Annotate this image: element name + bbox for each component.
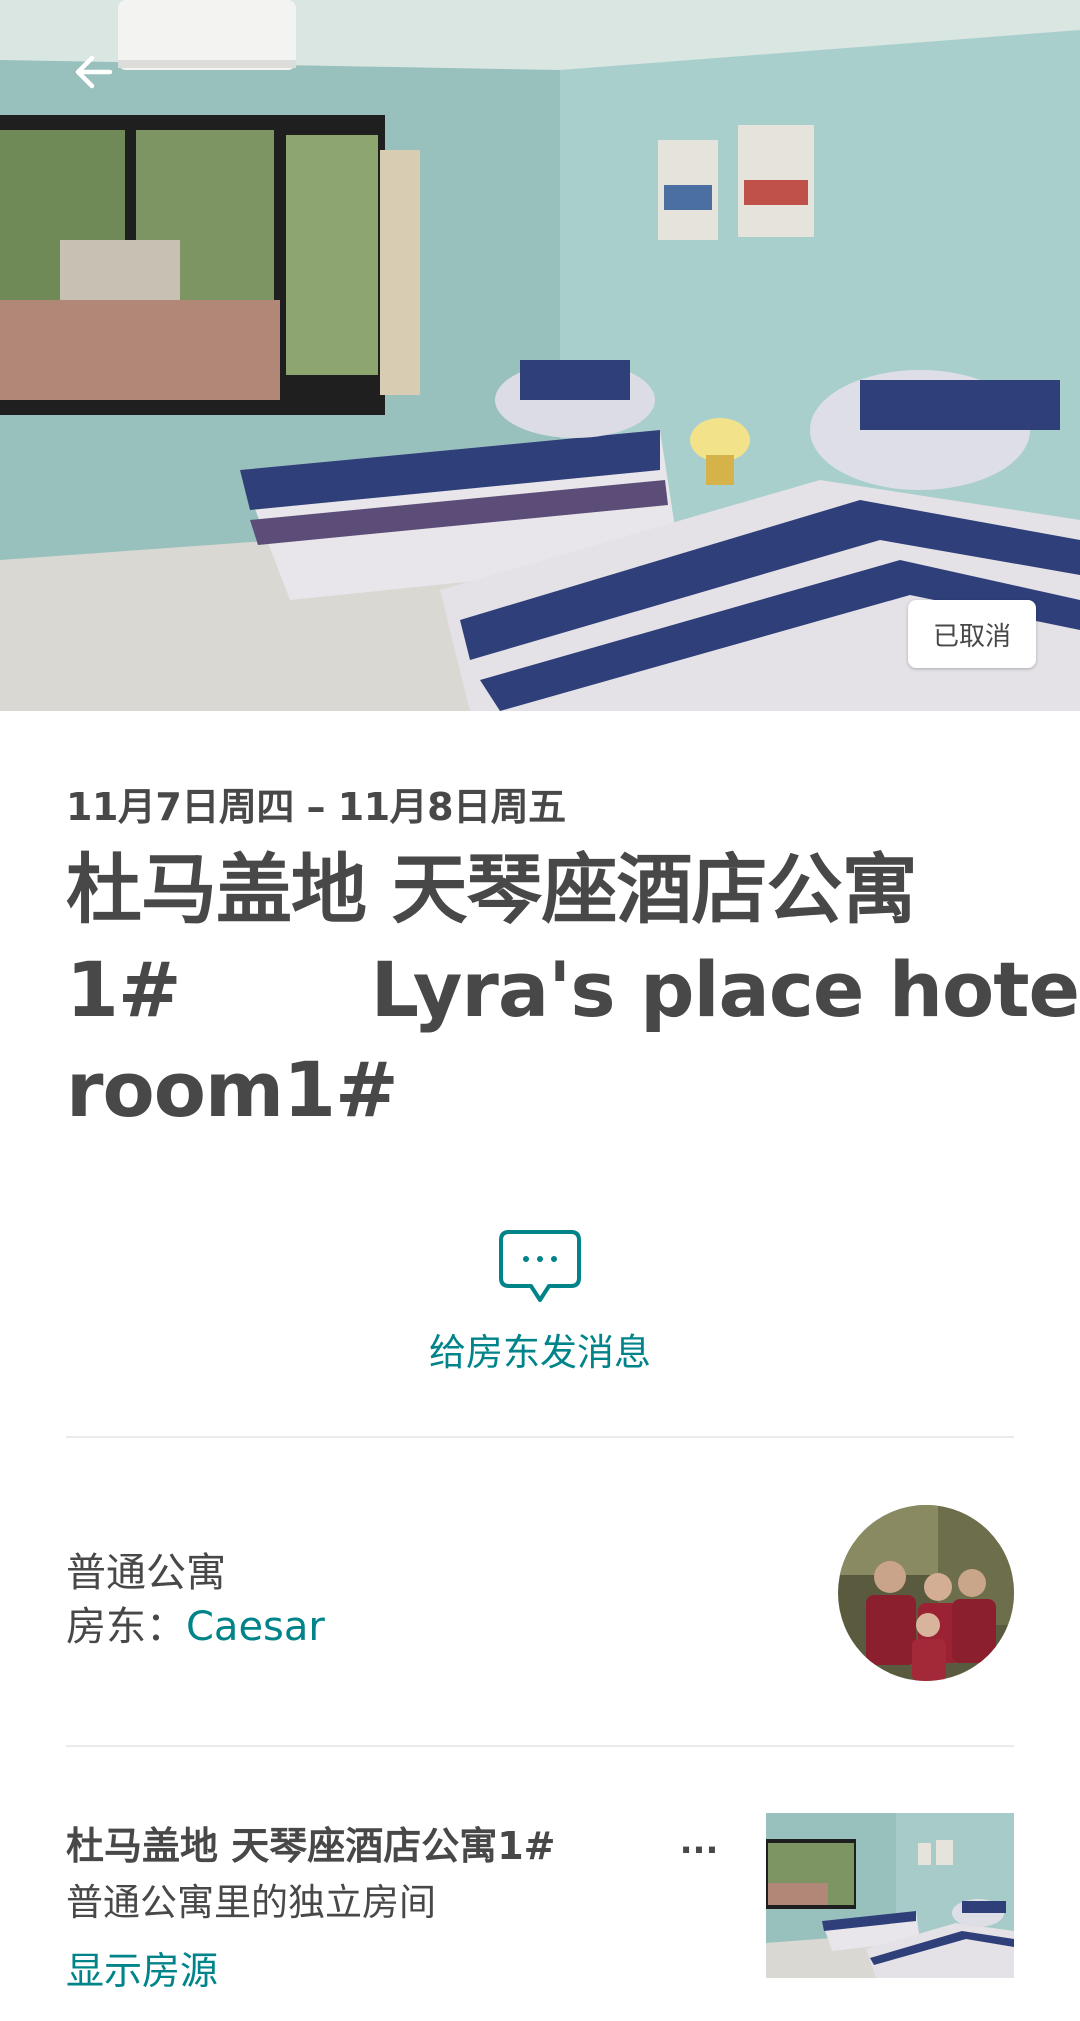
listing-name: 杜马盖地 天琴座酒店公寓1# xyxy=(66,1824,556,1868)
message-host-label: 给房东发消息 xyxy=(429,1331,651,1374)
listing-subtitle: 普通公寓里的独立房间 xyxy=(66,1881,436,1924)
divider xyxy=(66,1436,1014,1438)
title-line: Lyra's place hotel xyxy=(370,945,1080,1034)
host-avatar[interactable] xyxy=(838,1505,1014,1681)
status-badge: 已取消 xyxy=(908,600,1036,668)
listing-thumbnail[interactable] xyxy=(766,1813,1014,1978)
reservation-dates: 11月7日周四 – 11月8日周五 xyxy=(66,785,566,829)
listing-title: 杜马盖地 天琴座酒店公寓 1# Lyra's place hotel room1# xyxy=(66,840,1080,1140)
chat-bubble-icon xyxy=(499,1230,581,1302)
listing-type: 普通公寓 xyxy=(66,1550,226,1596)
more-options-button[interactable]: ... xyxy=(676,1822,722,1862)
title-line: 1# xyxy=(66,945,182,1034)
show-listing-link[interactable]: 显示房源 xyxy=(66,1940,218,1995)
listing-hero-photo: 已取消 xyxy=(0,0,1080,711)
host-name-link[interactable]: Caesar xyxy=(186,1604,325,1650)
host-avatar-photo xyxy=(838,1505,1014,1681)
host-label: 房东： xyxy=(66,1604,186,1650)
title-line: room1# xyxy=(66,1045,399,1134)
listing-thumbnail-photo xyxy=(766,1813,1014,1978)
arrow-left-icon xyxy=(75,55,113,89)
title-line: 杜马盖地 天琴座酒店公寓 xyxy=(66,845,917,934)
message-host-button[interactable]: 给房东发消息 xyxy=(390,1228,690,1376)
divider xyxy=(66,1745,1014,1747)
back-button[interactable] xyxy=(52,30,136,114)
title-line-row: 1# Lyra's place hotel xyxy=(66,940,1080,1040)
host-line: 房东：Caesar xyxy=(66,1594,325,1652)
